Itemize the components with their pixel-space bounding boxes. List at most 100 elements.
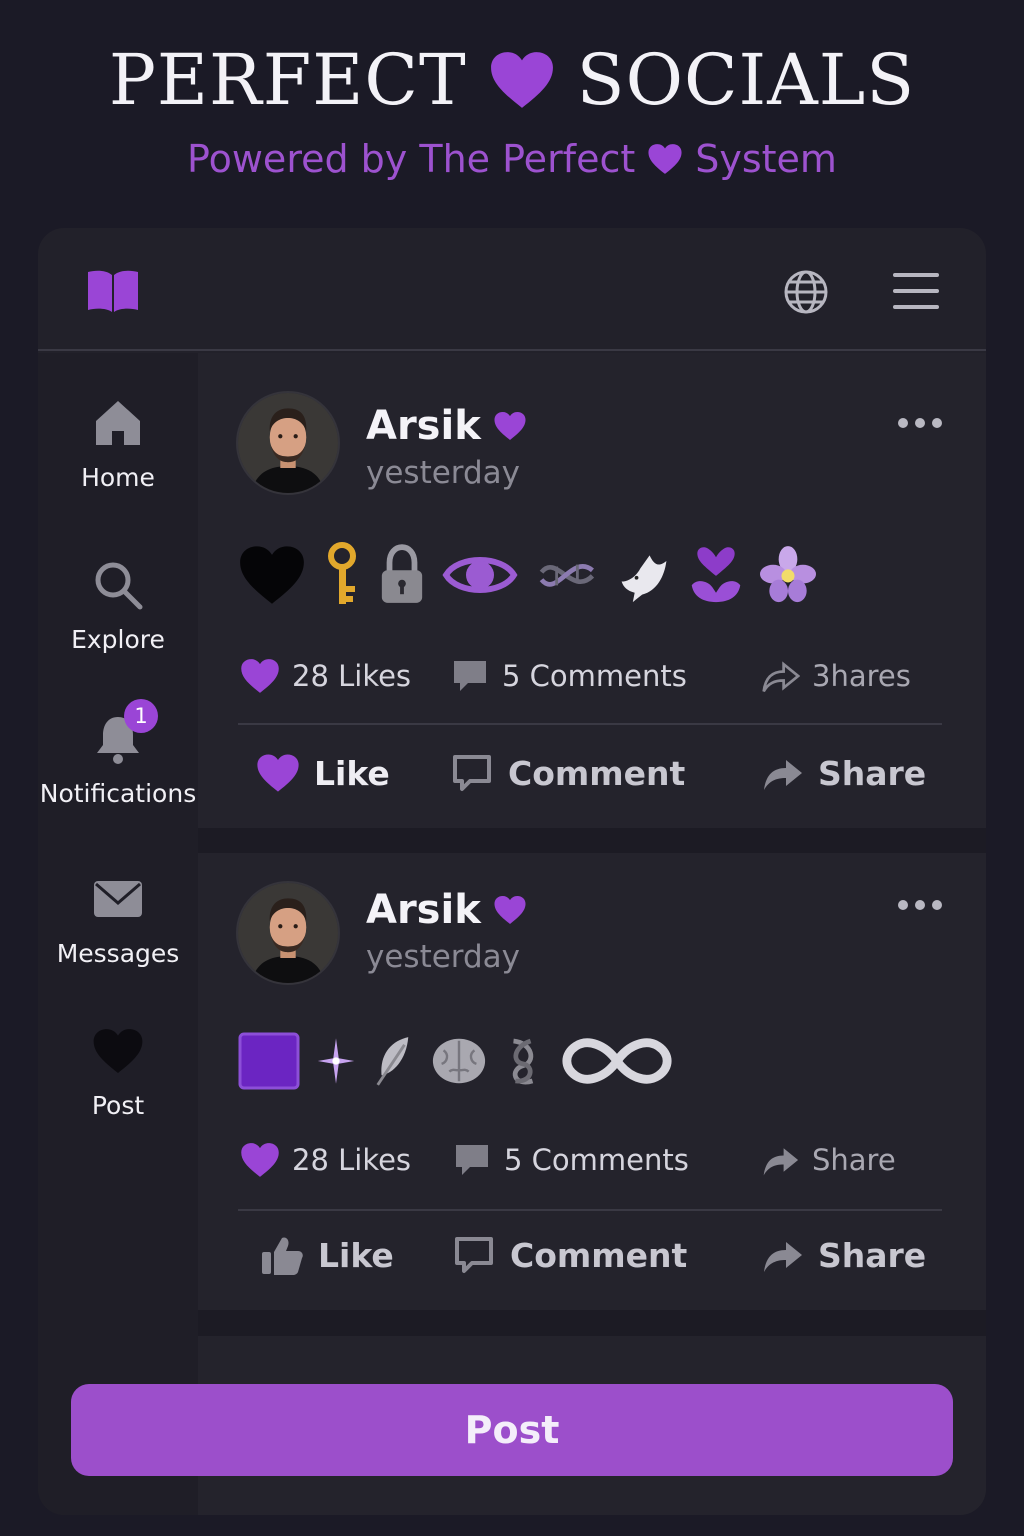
comment-label: Comment — [510, 1235, 688, 1275]
post-content — [238, 539, 816, 611]
post-author[interactable]: Arsik — [366, 401, 527, 451]
post-timestamp: yesterday — [366, 455, 521, 491]
author-name: Arsik — [366, 887, 481, 933]
dove-emoji — [621, 555, 667, 603]
sidebar-item-label: Explore — [71, 625, 165, 654]
shares-text: 3hares — [812, 659, 911, 693]
post-actions: Like Comment Share — [238, 743, 942, 803]
share-arrow-icon — [760, 1141, 800, 1179]
book-icon[interactable] — [86, 268, 140, 314]
post-author[interactable]: Arsik — [366, 885, 527, 935]
app-panel: Home Explore 1 Notifications Messages Po… — [38, 228, 986, 1515]
sparkle-emoji — [317, 1038, 355, 1084]
sidebar-item-explore[interactable]: Explore — [38, 559, 198, 654]
sidebar-item-label: Messages — [56, 939, 180, 968]
comments-count[interactable]: 5 Comments — [450, 651, 687, 701]
comment-outline-icon — [452, 1234, 496, 1276]
post-separator — [198, 828, 986, 853]
like-label: Like — [314, 753, 390, 793]
shares-text: Share — [812, 1143, 896, 1177]
comments-text: 5 Comments — [504, 1143, 689, 1177]
hamburger-menu-icon[interactable] — [892, 270, 940, 312]
likes-text: 28 Likes — [292, 659, 412, 693]
like-button[interactable]: Like — [256, 743, 390, 803]
comment-button[interactable]: Comment — [450, 743, 685, 803]
share-button[interactable]: Share — [760, 1225, 926, 1285]
comment-button[interactable]: Comment — [452, 1225, 687, 1285]
sidebar-item-home[interactable]: Home — [38, 397, 198, 492]
share-label: Share — [818, 1235, 927, 1275]
purple-heart-icon — [489, 50, 555, 110]
home-icon — [96, 401, 140, 445]
post-content — [238, 1025, 676, 1097]
avatar[interactable] — [236, 391, 340, 495]
more-options-icon[interactable] — [898, 895, 942, 915]
likes-count[interactable]: 28 Likes — [240, 651, 411, 701]
shares-count[interactable]: Share — [760, 1135, 896, 1185]
comment-bubble-icon — [452, 1141, 492, 1179]
likes-count[interactable]: 28 Likes — [240, 1135, 411, 1185]
feather-emoji — [376, 1037, 409, 1086]
post-separator — [198, 1310, 986, 1336]
comment-label: Comment — [508, 753, 686, 793]
dna-emoji — [539, 564, 595, 587]
avatar[interactable] — [236, 881, 340, 985]
heart-hands-emoji — [691, 547, 741, 603]
more-options-icon[interactable] — [898, 413, 942, 433]
title-socials: SOCIALS — [576, 39, 916, 121]
title-perfect: PERFECT — [108, 39, 467, 121]
comments-count[interactable]: 5 Comments — [452, 1135, 689, 1185]
feed-post: Arsik yesterday — [198, 853, 986, 1310]
black-heart-icon — [92, 1025, 144, 1077]
app-title: PERFECT SOCIALS — [0, 30, 1024, 130]
sidebar-item-label: Post — [91, 1091, 145, 1120]
share-arrow-icon — [762, 661, 800, 693]
share-arrow-icon — [760, 752, 804, 794]
key-emoji — [328, 542, 356, 604]
black-heart-emoji — [238, 542, 306, 608]
sidebar-item-messages[interactable]: Messages — [38, 873, 198, 968]
globe-icon[interactable] — [782, 268, 830, 316]
sidebar-item-label: Home — [81, 463, 155, 492]
thumbs-up-icon — [262, 1237, 303, 1275]
post-timestamp: yesterday — [366, 939, 521, 975]
verified-heart-icon — [493, 411, 527, 441]
flower-emoji — [760, 546, 816, 603]
shares-count[interactable]: 3hares — [760, 651, 911, 701]
author-name: Arsik — [366, 403, 481, 449]
purple-heart-icon — [647, 143, 683, 175]
post-stats: 28 Likes 5 Comments Share — [238, 1135, 938, 1185]
share-button[interactable]: Share — [760, 743, 926, 803]
infinity-emoji — [562, 1038, 672, 1084]
feed-post: Arsik yesterday — [198, 353, 986, 828]
divider — [238, 723, 942, 725]
divider — [238, 1209, 942, 1211]
heart-icon — [240, 657, 280, 695]
sidebar-item-post[interactable]: Post — [38, 1025, 198, 1120]
comments-text: 5 Comments — [502, 659, 687, 693]
search-icon — [95, 562, 143, 610]
post-actions: Like Comment Share — [238, 1225, 942, 1285]
post-button[interactable]: Post — [71, 1384, 953, 1476]
envelope-icon — [94, 881, 142, 917]
subtitle-left: Powered by The Perfect — [187, 137, 636, 181]
comment-outline-icon — [450, 752, 494, 794]
purple-square-emoji — [238, 1032, 300, 1090]
like-button[interactable]: Like — [260, 1225, 394, 1285]
app-subtitle: Powered by The Perfect System — [0, 132, 1024, 186]
heart-icon — [240, 1141, 280, 1179]
sidebar: Home Explore 1 Notifications Messages Po… — [38, 353, 198, 1515]
share-label: Share — [818, 753, 927, 793]
knot-emoji — [512, 1038, 534, 1085]
post-stats: 28 Likes 5 Comments 3hares — [238, 651, 938, 701]
likes-text: 28 Likes — [292, 1143, 412, 1177]
eye-emoji — [442, 557, 518, 593]
sidebar-item-notifications[interactable]: 1 Notifications — [38, 699, 198, 808]
padlock-emoji — [381, 544, 423, 603]
notification-badge: 1 — [124, 699, 158, 733]
sidebar-item-label: Notifications — [39, 779, 197, 808]
top-bar — [38, 228, 986, 351]
brain-emoji — [432, 1038, 486, 1084]
subtitle-right: System — [695, 137, 837, 181]
heart-icon — [256, 752, 300, 794]
